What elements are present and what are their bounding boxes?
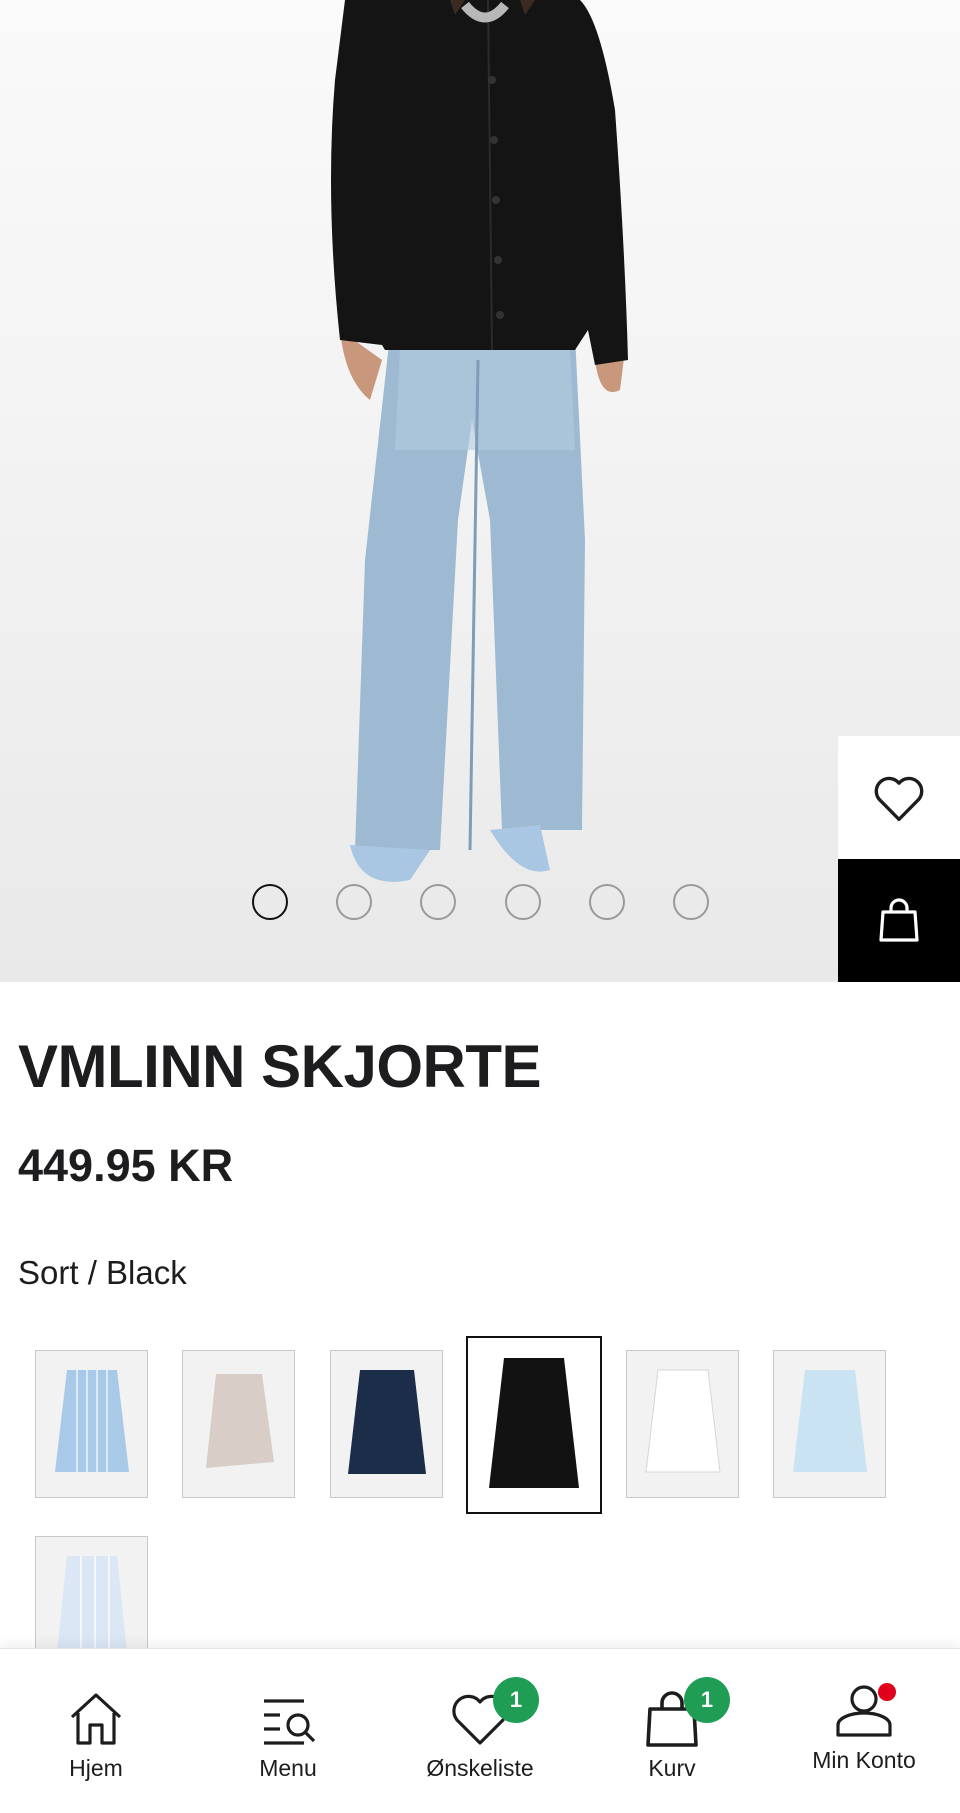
home-icon — [70, 1693, 122, 1745]
shirt-thumbnail — [347, 1370, 426, 1474]
gallery-dot-2[interactable] — [336, 884, 372, 920]
swatch-sky-blue[interactable] — [773, 1350, 886, 1498]
nav-menu[interactable]: Menu — [192, 1649, 384, 1813]
model-illustration — [331, 0, 628, 882]
selected-color-label: Sort / Black — [18, 1254, 187, 1291]
shirt-thumbnail — [205, 1374, 274, 1468]
bottom-navigation: Hjem Menu 1 Ønskeliste 1 Kurv Min Konto — [0, 1648, 960, 1813]
gallery-dot-5[interactable] — [589, 884, 625, 920]
gallery-pagination — [0, 884, 840, 920]
heart-icon — [874, 776, 924, 821]
shirt-thumbnail — [792, 1370, 867, 1472]
shirt-thumbnail — [644, 1369, 721, 1473]
cart-count-badge: 1 — [684, 1677, 730, 1723]
wishlist-count-badge: 1 — [493, 1677, 539, 1723]
swatch-black-selected[interactable] — [466, 1336, 602, 1514]
nav-home-label: Hjem — [69, 1755, 123, 1781]
nav-account-label: Min Konto — [812, 1747, 916, 1773]
nav-cart-label: Kurv — [648, 1755, 696, 1781]
swatch-beige[interactable] — [182, 1350, 295, 1498]
swatch-light-blue-stripe[interactable] — [35, 1350, 148, 1498]
add-to-cart-button[interactable] — [838, 859, 960, 982]
nav-wishlist[interactable]: 1 Ønskeliste — [384, 1649, 576, 1813]
menu-search-icon — [264, 1699, 316, 1745]
shopping-bag-icon — [879, 897, 919, 942]
shirt-thumbnail — [54, 1370, 129, 1472]
nav-home[interactable]: Hjem — [0, 1649, 192, 1813]
gallery-dot-6[interactable] — [673, 884, 709, 920]
swatch-navy[interactable] — [330, 1350, 443, 1498]
gallery-dot-4[interactable] — [505, 884, 541, 920]
nav-wishlist-label: Ønskeliste — [426, 1755, 534, 1781]
product-price: 449.95 KR — [18, 1140, 234, 1191]
nav-menu-label: Menu — [259, 1755, 317, 1781]
add-to-wishlist-button[interactable] — [838, 736, 960, 859]
product-image[interactable] — [0, 0, 960, 982]
swatch-white[interactable] — [626, 1350, 739, 1498]
nav-cart[interactable]: 1 Kurv — [576, 1649, 768, 1813]
gallery-dot-3[interactable] — [420, 884, 456, 920]
account-notification-dot — [878, 1683, 896, 1701]
gallery-dot-1[interactable] — [252, 884, 288, 920]
shirt-thumbnail — [489, 1358, 579, 1488]
product-title: VMLINN SKJORTE — [18, 1033, 542, 1100]
nav-account[interactable]: Min Konto — [768, 1649, 960, 1813]
